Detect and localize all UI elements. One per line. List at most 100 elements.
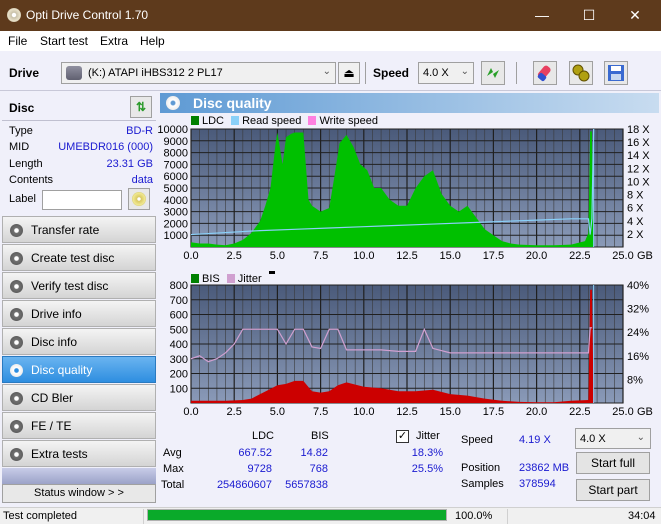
y2-tick-label: 14 X	[627, 150, 650, 162]
jitter-checkbox[interactable]: ✓	[396, 430, 409, 443]
panel-title: Disc quality	[193, 95, 272, 111]
toolbar-divider	[516, 62, 517, 84]
minimize-button[interactable]: —	[519, 0, 565, 31]
y2-tick-label: 16%	[627, 351, 649, 363]
nav-disc-info[interactable]: Disc info	[2, 328, 156, 355]
y-tick-label: 5000	[164, 183, 188, 195]
disc-mid-key: MID	[9, 141, 30, 153]
y-tick-label: 7000	[164, 159, 188, 171]
stats-col-jitter: Jitter	[416, 430, 440, 442]
nav-label: CD Bler	[31, 391, 74, 405]
x-axis-unit: GB	[637, 406, 653, 418]
stats-avg-jitter: 18.3%	[411, 447, 443, 459]
x-tick-label: 12.5	[396, 250, 417, 262]
app-icon	[7, 8, 21, 22]
speed-select-value: 4.0 X	[423, 67, 449, 79]
disc-title: Disc	[9, 101, 35, 115]
nav-label: Create test disc	[31, 251, 115, 265]
y2-tick-label: 24%	[627, 327, 649, 339]
nav-transfer-rate[interactable]: Transfer rate	[2, 216, 156, 243]
disc-label-button[interactable]	[128, 188, 150, 210]
speed-select[interactable]: 4.0 X ⌄	[418, 62, 474, 84]
y-tick-label: 400	[170, 339, 188, 351]
disc-icon	[10, 336, 23, 349]
y-tick-label: 3000	[164, 207, 188, 219]
y-tick-label: 4000	[164, 195, 188, 207]
nav-label: Verify test disc	[31, 279, 109, 293]
erase-button[interactable]	[533, 61, 557, 85]
disc-label-input[interactable]	[42, 190, 122, 210]
nav-verify-test-disc[interactable]: Verify test disc	[2, 272, 156, 299]
nav-fe-te[interactable]: FE / TE	[2, 412, 156, 439]
nav-disc-quality[interactable]: Disc quality	[2, 356, 156, 383]
menu-help[interactable]: Help	[140, 34, 165, 48]
x-axis-unit: GB	[637, 250, 653, 262]
nav-extra-tests[interactable]: Extra tests	[2, 440, 156, 467]
x-tick-label: 0.0	[183, 406, 198, 418]
refresh-speed-button[interactable]	[481, 61, 505, 85]
disc-icon	[10, 392, 23, 405]
eraser-icon	[537, 65, 551, 82]
cd-icon	[132, 192, 146, 206]
start-part-button[interactable]: Start part	[576, 479, 650, 501]
menu-file[interactable]: File	[8, 34, 27, 48]
disc-icon	[10, 252, 23, 265]
samples-label: Samples	[461, 478, 504, 490]
y-tick-label: 800	[170, 280, 188, 292]
drive-select[interactable]: (K:) ATAPI iHBS312 2 PL17 ⌄	[61, 62, 336, 84]
settings-button[interactable]	[569, 61, 593, 85]
drive-label: Drive	[9, 66, 40, 80]
stats-max-label: Max	[163, 463, 184, 475]
drive-value: (K:) ATAPI iHBS312 2 PL17	[88, 67, 223, 79]
stats-total-label: Total	[161, 479, 185, 491]
stats-total-bis: 5657838	[285, 479, 328, 491]
chevron-down-icon: ⌄	[460, 66, 469, 77]
legend-marker	[268, 271, 275, 274]
disc-refresh-button[interactable]: ⇅	[130, 96, 152, 118]
y2-tick-label: 4 X	[627, 216, 644, 228]
disc-icon	[10, 420, 23, 433]
status-text: Test completed	[3, 510, 77, 522]
menu-extra[interactable]: Extra	[100, 34, 128, 48]
y-tick-label: 8000	[164, 148, 188, 160]
window-title: Opti Drive Control 1.70	[26, 8, 149, 22]
refresh-arrows-icon	[487, 68, 499, 78]
x-tick-label: 2.5	[227, 250, 242, 262]
close-button[interactable]: ✕	[612, 0, 658, 31]
x-tick-label: 20.0	[526, 250, 547, 262]
y2-tick-label: 10 X	[627, 176, 650, 188]
nav-label: Drive info	[31, 307, 82, 321]
y2-tick-label: 6 X	[627, 203, 644, 215]
y-tick-label: 500	[170, 324, 188, 336]
save-button[interactable]	[604, 61, 628, 85]
y2-tick-label: 18 X	[627, 124, 650, 136]
drive-icon	[66, 66, 82, 80]
menu-start-test[interactable]: Start test	[40, 34, 88, 48]
status-window-button[interactable]: Status window > >	[2, 484, 156, 503]
disc-quality-icon	[166, 96, 180, 110]
nav-label: FE / TE	[31, 419, 72, 433]
test-speed-select[interactable]: 4.0 X ⌄	[575, 428, 651, 449]
checkmark-icon: ✓	[397, 430, 408, 442]
y-tick-label: 100	[170, 383, 188, 395]
x-tick-label: 0.0	[183, 250, 198, 262]
x-tick-label: 10.0	[353, 250, 374, 262]
position-value: 23862 MB	[519, 462, 570, 474]
y2-tick-label: 2 X	[627, 229, 644, 241]
y-tick-label: 10000	[158, 124, 188, 136]
maximize-button[interactable]: ☐	[566, 0, 612, 31]
stats-max-ldc: 9728	[247, 463, 272, 475]
bis-jitter-chart: 0.0 2.5 5.0 7.5 10.0 12.5 15.0 17.5 20.0 22.5 25.0…	[170, 280, 653, 418]
nav-cd-bler[interactable]: CD Bler	[2, 384, 156, 411]
x-tick-label: 22.5	[569, 406, 590, 418]
chevron-down-icon: ⌄	[322, 66, 331, 77]
nav-drive-info[interactable]: Drive info	[2, 300, 156, 327]
ldc-chart: 0.0 2.5 5.0 7.5 10.0 12.5 15.0 17.5 20.0 22.5 25.0…	[158, 124, 653, 262]
eject-button[interactable]: ⏏	[338, 62, 360, 84]
disc-mid-value: UMEBDR016 (000)	[58, 141, 153, 153]
stats-avg-label: Avg	[163, 447, 182, 459]
disc-contents-key: Contents	[9, 174, 54, 186]
nav-create-test-disc[interactable]: Create test disc	[2, 244, 156, 271]
start-full-button[interactable]: Start full	[576, 452, 650, 474]
eject-icon: ⏏	[343, 66, 355, 80]
